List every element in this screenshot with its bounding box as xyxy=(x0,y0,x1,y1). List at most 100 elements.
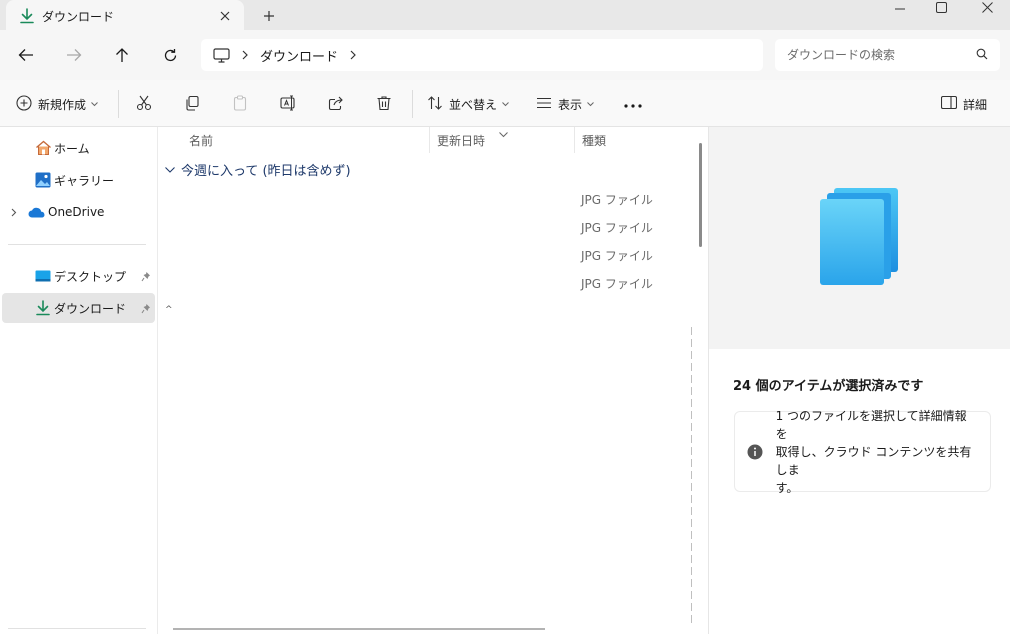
breadcrumb-chevron-icon[interactable] xyxy=(242,50,248,60)
file-type-cell[interactable]: JPG ファイル xyxy=(581,247,653,264)
forward-button[interactable] xyxy=(59,40,89,70)
sort-button[interactable]: 並べ替え xyxy=(427,89,509,119)
navigation-pane: ホーム ギャラリー OneDrive デスクトップ ダウンロード xyxy=(0,127,158,634)
download-icon xyxy=(32,300,54,316)
info-message: 1 つのファイルを選択して詳細情報を 取得し、クラウド コンテンツを共有しま す… xyxy=(776,407,978,497)
copy-icon xyxy=(184,95,200,114)
minimize-button[interactable] xyxy=(877,0,923,14)
tab-downloads[interactable]: ダウンロード xyxy=(6,0,244,32)
desktop-icon xyxy=(32,270,54,282)
chevron-down-icon xyxy=(587,101,594,107)
group-label: 今週に入って (昨日は含めず) xyxy=(181,164,351,179)
details-pane: 24 個のアイテムが選択済みです 1 つのファイルを選択して詳細情報を 取得し、… xyxy=(708,127,1010,634)
close-window-button[interactable] xyxy=(964,0,1010,14)
file-type-cell[interactable]: JPG ファイル xyxy=(581,275,653,292)
sidebar-item-downloads[interactable]: ダウンロード xyxy=(2,293,155,323)
paste-icon xyxy=(232,94,248,114)
info-message-line: 1 つのファイルを選択して詳細情報を xyxy=(775,408,967,441)
share-icon xyxy=(328,95,344,114)
more-options-button[interactable] xyxy=(624,89,642,119)
refresh-button[interactable] xyxy=(155,40,185,70)
back-button[interactable] xyxy=(11,40,41,70)
onedrive-cloud-icon xyxy=(26,207,48,218)
expand-chevron-icon[interactable] xyxy=(2,208,26,217)
sort-label: 並べ替え xyxy=(449,97,498,112)
group-header[interactable]: 今週に入って (昨日は含めず) xyxy=(165,160,351,179)
trash-icon xyxy=(376,95,392,114)
sort-icon xyxy=(427,95,443,114)
delete-button[interactable] xyxy=(376,89,392,119)
view-label: 表示 xyxy=(558,97,583,112)
sort-chevron-icon xyxy=(499,127,508,141)
navigation-bar: ダウンロード xyxy=(0,30,1010,80)
sidebar-divider xyxy=(8,244,146,245)
sidebar-item-label: ギャラリー xyxy=(54,173,115,188)
info-icon xyxy=(747,444,764,460)
toolbar-divider xyxy=(118,90,119,118)
more-icon xyxy=(624,97,642,111)
pin-icon[interactable] xyxy=(137,303,155,314)
file-type-cell[interactable]: JPG ファイル xyxy=(581,191,653,208)
caret-up-icon: ^ xyxy=(165,305,173,315)
new-tab-button[interactable] xyxy=(257,4,281,28)
search-icon[interactable] xyxy=(976,48,988,63)
new-button[interactable]: 新規作成 xyxy=(16,89,98,119)
new-label: 新規作成 xyxy=(38,97,87,112)
toolbar-divider xyxy=(412,90,413,118)
multiple-files-icon xyxy=(818,186,902,291)
file-type-cell[interactable]: JPG ファイル xyxy=(581,219,653,236)
column-resize-guide xyxy=(691,327,692,627)
search-box[interactable] xyxy=(775,39,1000,71)
sidebar-bottom-divider xyxy=(8,628,146,629)
info-message-line: 取得し、クラウド コンテンツを共有しま xyxy=(775,444,972,477)
info-message-line: す。 xyxy=(775,480,799,495)
command-bar: 新規作成 並べ替え 表示 詳細 xyxy=(0,80,1010,127)
sidebar-item-gallery[interactable]: ギャラリー xyxy=(2,165,155,195)
sidebar-item-home[interactable]: ホーム xyxy=(2,133,155,163)
breadcrumb-chevron-icon[interactable] xyxy=(350,50,356,60)
tab-title: ダウンロード xyxy=(42,9,115,24)
sidebar-item-desktop[interactable]: デスクトップ xyxy=(2,261,155,291)
maximize-button[interactable] xyxy=(918,0,964,14)
gallery-icon xyxy=(32,172,54,188)
chevron-down-icon xyxy=(502,101,509,107)
breadcrumb-downloads[interactable]: ダウンロード xyxy=(260,46,338,65)
column-divider[interactable] xyxy=(429,127,430,153)
plus-circle-icon xyxy=(16,94,32,114)
home-icon xyxy=(32,140,54,156)
search-input[interactable] xyxy=(787,48,976,62)
this-pc-icon[interactable] xyxy=(213,47,230,63)
column-header-modified[interactable]: 更新日時 xyxy=(437,127,485,153)
download-icon xyxy=(12,8,42,24)
rename-icon xyxy=(280,95,297,114)
file-list: 名前 更新日時 種類 今週に入って (昨日は含めず) JPG ファイル JPG … xyxy=(159,127,707,634)
address-bar[interactable]: ダウンロード xyxy=(201,39,763,71)
column-header-type[interactable]: 種類 xyxy=(582,127,606,153)
up-button[interactable] xyxy=(107,40,137,70)
share-button[interactable] xyxy=(328,89,344,119)
details-label: 詳細 xyxy=(963,97,988,112)
sidebar-item-label: デスクトップ xyxy=(54,269,127,284)
vertical-scrollbar[interactable] xyxy=(699,143,702,247)
details-pane-icon xyxy=(940,95,958,112)
chevron-down-icon[interactable] xyxy=(165,166,175,173)
sidebar-item-label: OneDrive xyxy=(48,205,105,219)
paste-button[interactable] xyxy=(232,89,248,119)
info-card: 1 つのファイルを選択して詳細情報を 取得し、クラウド コンテンツを共有しま す… xyxy=(734,409,991,495)
scissors-icon xyxy=(136,95,152,114)
list-view-icon xyxy=(536,97,552,112)
copy-button[interactable] xyxy=(184,89,200,119)
view-button[interactable]: 表示 xyxy=(536,89,594,119)
selection-summary: 24 個のアイテムが選択済みです xyxy=(733,379,924,394)
horizontal-scrollbar[interactable] xyxy=(173,628,545,630)
sidebar-item-onedrive[interactable]: OneDrive xyxy=(2,197,155,227)
sidebar-item-label: ホーム xyxy=(54,141,90,156)
column-header-name[interactable]: 名前 xyxy=(189,127,213,153)
close-tab-icon[interactable] xyxy=(212,5,238,27)
cut-button[interactable] xyxy=(136,89,152,119)
preview-area xyxy=(709,127,1010,349)
column-divider[interactable] xyxy=(574,127,575,153)
pin-icon[interactable] xyxy=(137,271,155,282)
details-pane-button[interactable]: 詳細 xyxy=(940,89,988,119)
rename-button[interactable] xyxy=(280,89,297,119)
